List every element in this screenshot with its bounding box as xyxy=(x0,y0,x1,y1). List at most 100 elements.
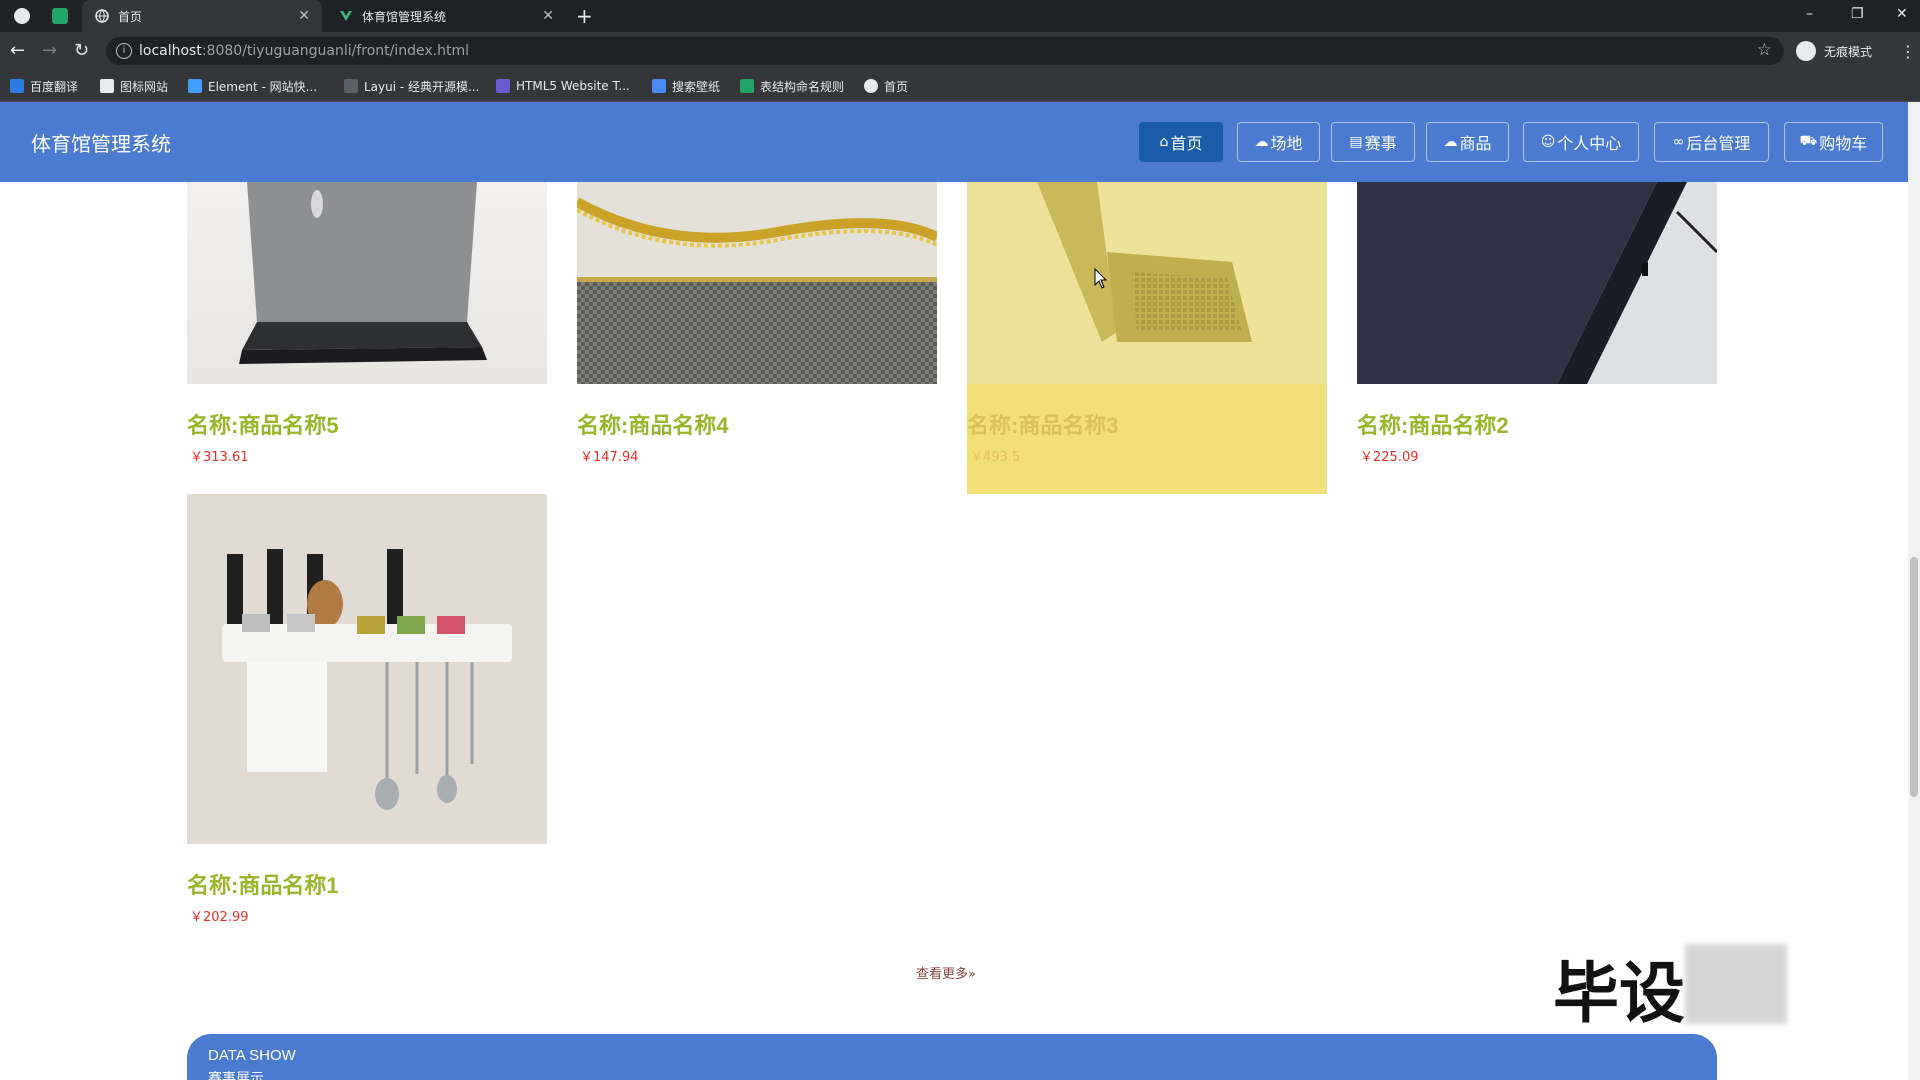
nav-label: 后台管理 xyxy=(1686,134,1751,153)
kitchen-rack-photo xyxy=(187,494,547,844)
bookmark-item[interactable]: 百度翻译 xyxy=(10,70,78,102)
product-image[interactable] xyxy=(187,182,547,384)
new-tab-icon[interactable]: + xyxy=(576,4,593,28)
mouse-cursor-icon xyxy=(1094,268,1108,289)
nav-events[interactable]: ▤ 赛事 xyxy=(1331,122,1415,162)
close-icon[interactable]: ✕ xyxy=(542,8,554,24)
reload-icon[interactable]: ↻ xyxy=(74,40,89,61)
product-price: ￥313.61 xyxy=(190,450,249,465)
bookmarks-bar: 百度翻译 图标网站 Element - 网站快... Layui - 经典开源模… xyxy=(0,70,1920,102)
view-more-link[interactable]: 查看更多» xyxy=(916,963,976,982)
data-show-section: DATA SHOW 赛事展示 xyxy=(187,1034,1717,1080)
bookmark-item[interactable]: 首页 xyxy=(864,70,908,102)
nav-label: 场地 xyxy=(1270,134,1303,153)
tab-label: 首页 xyxy=(118,9,143,24)
address-bar[interactable]: i localhost:8080/tiyuguanguanli/front/in… xyxy=(106,37,1784,65)
flag-icon xyxy=(100,79,114,93)
tab-home[interactable]: 首页 ✕ xyxy=(82,0,322,32)
product-price: ￥202.99 xyxy=(190,910,249,925)
product-name[interactable]: 名称:商品名称3 xyxy=(967,408,1119,440)
minimize-icon[interactable]: – xyxy=(1806,6,1813,22)
laptop-keyboard-photo xyxy=(1037,182,1252,342)
tab-system[interactable]: 体育馆管理系统 ✕ xyxy=(326,0,566,32)
page-viewport: 体育馆管理系统 ⌂ 首页 ☁ 场地 ▤ 赛事 ☁ 商品 ☺ 个人中心 ∞ 后台管理 ⛟ 购物车… xyxy=(0,102,1908,1080)
product-name[interactable]: 名称:商品名称2 xyxy=(1357,408,1509,440)
profile-label: 无痕模式 xyxy=(1824,44,1873,59)
product-image[interactable] xyxy=(577,182,937,384)
bookmark-item[interactable]: 表结构命名规则 xyxy=(740,70,844,102)
bookmark-label: 首页 xyxy=(884,79,909,94)
page-scrollbar[interactable] xyxy=(1908,102,1920,1080)
layui-icon xyxy=(344,79,358,93)
calendar-icon: ▤ xyxy=(1349,134,1363,150)
globe-icon xyxy=(864,79,878,93)
site-title: 体育馆管理系统 xyxy=(31,132,171,156)
nav-products[interactable]: ☁ 商品 xyxy=(1426,122,1509,162)
element-icon xyxy=(188,79,202,93)
info-icon[interactable]: i xyxy=(116,43,132,59)
bookmark-item[interactable]: 搜索壁纸 xyxy=(652,70,720,102)
dark-laptop-photo xyxy=(1357,182,1717,384)
url-text: localhost:8080/tiyuguanguanli/front/inde… xyxy=(139,43,469,59)
html5-icon xyxy=(496,79,510,93)
incognito-badge[interactable]: 无痕模式 xyxy=(1796,41,1872,61)
user-icon: ☺ xyxy=(1540,134,1556,150)
view-more-label: 查看更多 xyxy=(916,967,969,982)
data-show-subtitle: 赛事展示 xyxy=(208,1071,264,1080)
data-show-title: DATA SHOW xyxy=(208,1047,296,1064)
product-name[interactable]: 名称:商品名称1 xyxy=(187,868,339,900)
nav-cart[interactable]: ⛟ 购物车 xyxy=(1784,122,1883,162)
cloud-icon: ☁ xyxy=(1254,134,1269,150)
nav-admin[interactable]: ∞ 后台管理 xyxy=(1654,122,1769,162)
product-card[interactable]: 名称:商品名称2 ￥225.09 xyxy=(1357,182,1717,494)
bookmark-item[interactable]: Element - 网站快... xyxy=(188,70,317,102)
bookmark-label: Layui - 经典开源模... xyxy=(364,79,480,94)
blurred-region xyxy=(1685,944,1787,1024)
url-host: localhost xyxy=(139,43,202,59)
scrollbar-thumb[interactable] xyxy=(1910,557,1918,797)
watermark: 毕设 xyxy=(1553,955,1685,1032)
product-card[interactable]: 名称:商品名称1 ￥202.99 xyxy=(187,494,547,925)
back-icon[interactable]: ← xyxy=(10,40,25,61)
browser-icon[interactable] xyxy=(14,8,30,24)
product-card[interactable]: 名称:商品名称4 ￥147.94 xyxy=(577,182,937,494)
nav-label: 赛事 xyxy=(1364,134,1397,153)
product-name[interactable]: 名称:商品名称5 xyxy=(187,408,339,440)
url-path: :8080/tiyuguanguanli/front/index.html xyxy=(201,43,470,59)
bookmark-item[interactable]: HTML5 Website T... xyxy=(496,70,630,102)
nav-profile[interactable]: ☺ 个人中心 xyxy=(1523,122,1639,162)
nav-home[interactable]: ⌂ 首页 xyxy=(1139,122,1223,162)
bookmark-item[interactable]: Layui - 经典开源模... xyxy=(344,70,479,102)
product-image[interactable] xyxy=(967,182,1327,384)
product-name[interactable]: 名称:商品名称4 xyxy=(577,408,729,440)
nav-label: 购物车 xyxy=(1819,134,1868,153)
vue-icon xyxy=(338,8,354,24)
browser-toolbar: ← → ↻ i localhost:8080/tiyuguanguanli/fr… xyxy=(0,32,1920,70)
site-header: 体育馆管理系统 ⌂ 首页 ☁ 场地 ▤ 赛事 ☁ 商品 ☺ 个人中心 ∞ 后台管理 ⛟ 购物车 xyxy=(0,102,1908,182)
nav-label: 商品 xyxy=(1459,134,1492,153)
product-card-hovered[interactable]: 名称:商品名称3 ￥493.5 xyxy=(967,182,1327,494)
product-price: ￥225.09 xyxy=(1360,450,1419,465)
menu-icon[interactable]: ⋮ xyxy=(1900,42,1916,61)
restore-icon[interactable]: ❐ xyxy=(1851,6,1864,22)
product-card[interactable]: 名称:商品名称5 ￥313.61 xyxy=(187,182,547,494)
browser-tab-bar: 首页 ✕ 体育馆管理系统 ✕ + – ❐ ✕ xyxy=(0,0,1920,32)
double-chevron-right-icon: » xyxy=(968,967,976,982)
star-icon[interactable]: ☆ xyxy=(1757,40,1772,60)
gold-chain-photo xyxy=(577,182,937,384)
sheets-icon[interactable] xyxy=(52,8,68,24)
product-image[interactable] xyxy=(1357,182,1717,384)
forward-icon[interactable]: → xyxy=(42,40,57,61)
bookmark-label: 表结构命名规则 xyxy=(760,79,845,94)
nav-venue[interactable]: ☁ 场地 xyxy=(1237,122,1320,162)
product-image[interactable] xyxy=(187,494,547,844)
home-icon: ⌂ xyxy=(1159,134,1169,150)
incognito-icon xyxy=(1796,41,1816,61)
bookmark-label: 百度翻译 xyxy=(30,79,79,94)
window-close-icon[interactable]: ✕ xyxy=(1896,6,1908,22)
nav-label: 首页 xyxy=(1170,134,1203,153)
bookmark-item[interactable]: 图标网站 xyxy=(100,70,168,102)
link-icon: ∞ xyxy=(1672,134,1685,150)
close-icon[interactable]: ✕ xyxy=(298,8,310,24)
bookmark-label: 搜索壁纸 xyxy=(672,79,721,94)
